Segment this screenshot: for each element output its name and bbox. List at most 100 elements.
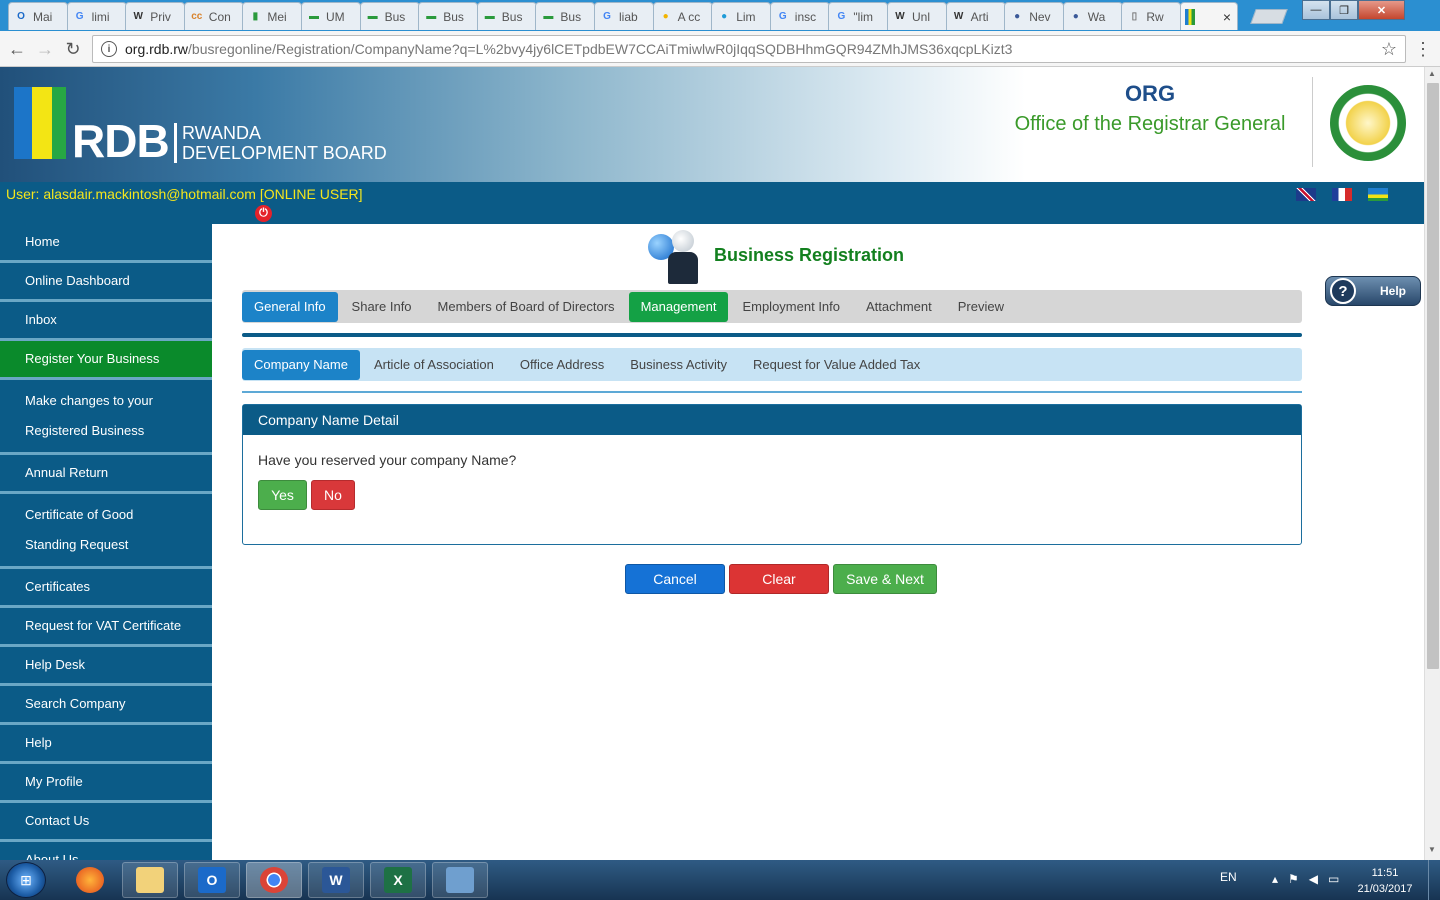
browser-tab[interactable]: ● A cc	[652, 2, 713, 30]
sidebar-item-help[interactable]: Help	[0, 725, 212, 764]
browser-tab[interactable]: ▮ Mei	[242, 2, 303, 30]
firefox-taskbar-icon[interactable]	[62, 862, 118, 898]
save-next-button[interactable]: Save & Next	[833, 564, 937, 594]
language-indicator[interactable]: EN	[1220, 870, 1237, 884]
tab-management[interactable]: Management	[628, 291, 729, 322]
sidebar-item-certificate-of-good-standing-request[interactable]: Certificate of Good Standing Request	[0, 494, 212, 569]
sidebar-item-certificates[interactable]: Certificates	[0, 569, 212, 608]
tab-share-info[interactable]: Share Info	[340, 292, 424, 322]
scroll-up-icon[interactable]: ▲	[1428, 69, 1436, 78]
subtab-business-activity[interactable]: Business Activity	[618, 350, 739, 380]
subtab-request-for-value-added-tax[interactable]: Request for Value Added Tax	[741, 350, 932, 380]
sidebar-item-about-us[interactable]: About Us	[0, 842, 212, 860]
browser-tab[interactable]: W Priv	[125, 2, 186, 30]
browser-tab[interactable]: ● Wa	[1062, 2, 1123, 30]
explorer-taskbar-icon[interactable]	[122, 862, 178, 898]
maximize-icon[interactable]: ❐	[1330, 0, 1358, 20]
sidebar-item-my-profile[interactable]: My Profile	[0, 764, 212, 803]
subtab-company-name[interactable]: Company Name	[242, 349, 360, 380]
sidebar-item-help-desk[interactable]: Help Desk	[0, 647, 212, 686]
main-content: Business Registration ? Help General Inf…	[212, 224, 1424, 860]
tab-favicon-icon: cc	[191, 11, 203, 22]
cancel-button[interactable]: Cancel	[625, 564, 725, 594]
tab-general-info[interactable]: General Info	[242, 291, 338, 322]
minimize-icon[interactable]: —	[1302, 0, 1330, 20]
tab-favicon-icon: ▬	[309, 11, 319, 22]
browser-tab[interactable]: ▬ Bus	[418, 2, 479, 30]
browser-menu-icon[interactable]: ⋮	[1414, 39, 1432, 60]
close-tab-icon[interactable]: ×	[1223, 9, 1231, 25]
tab-favicon-icon: ▬	[543, 11, 554, 22]
help-button[interactable]: ? Help	[1325, 276, 1421, 306]
kinyarwanda-flag-icon[interactable]	[1368, 188, 1388, 201]
network-icon[interactable]: ▭	[1328, 872, 1339, 886]
reload-icon[interactable]: ↻	[62, 38, 84, 60]
sidebar-item-annual-return[interactable]: Annual Return	[0, 455, 212, 494]
logout-power-icon[interactable]: ⏻	[255, 205, 272, 222]
page-title: Business Registration	[714, 245, 905, 265]
new-tab-button[interactable]	[1250, 9, 1288, 24]
browser-tab[interactable]: Glimi	[66, 2, 127, 30]
tab-attachment[interactable]: Attachment	[854, 292, 944, 322]
scroll-down-icon[interactable]: ▼	[1428, 845, 1436, 854]
browser-tab[interactable]: O Mai	[8, 2, 68, 30]
scroll-thumb[interactable]	[1427, 83, 1439, 669]
browser-tab[interactable]: W Arti	[945, 2, 1006, 30]
sidebar-item-contact-us[interactable]: Contact Us	[0, 803, 212, 842]
browser-tab[interactable]: G "lim	[828, 2, 889, 30]
tab-favicon-icon: W	[895, 11, 905, 22]
system-clock[interactable]: 11:51 21/03/2017	[1352, 865, 1418, 897]
browser-tab[interactable]: cc Con	[183, 2, 244, 30]
browser-tab[interactable]: ● Nev	[1004, 2, 1065, 30]
network-app-taskbar-icon[interactable]	[432, 862, 488, 898]
browser-tab[interactable]: ▬ UM	[301, 2, 361, 30]
tab-members-of-board-of-directors[interactable]: Members of Board of Directors	[426, 292, 627, 322]
browser-tab[interactable]: ▯ Rw	[1121, 2, 1182, 30]
browser-tab[interactable]: ▬ Bus	[535, 2, 596, 30]
no-button[interactable]: No	[311, 480, 355, 510]
sidebar-item-register-your-business[interactable]: Register Your Business	[0, 341, 212, 380]
tab-favicon-icon: O	[17, 11, 25, 22]
sidebar-item-online-dashboard[interactable]: Online Dashboard	[0, 263, 212, 302]
sidebar-item-home[interactable]: Home	[0, 224, 212, 263]
subtab-article-of-association[interactable]: Article of Association	[362, 350, 506, 380]
browser-tab-active[interactable]: ×	[1180, 2, 1238, 30]
forward-icon[interactable]: →	[34, 38, 56, 60]
yes-button[interactable]: Yes	[258, 480, 307, 510]
tab-employment-info[interactable]: Employment Info	[730, 292, 852, 322]
start-button-icon[interactable]: ⊞	[6, 862, 46, 898]
sidebar-item-request-for-vat-certificate[interactable]: Request for VAT Certificate	[0, 608, 212, 647]
browser-tab[interactable]: Ginsc	[769, 2, 830, 30]
english-flag-icon[interactable]	[1296, 188, 1316, 201]
info-icon[interactable]: i	[101, 41, 117, 57]
back-icon[interactable]: ←	[6, 38, 28, 60]
bookmark-star-icon[interactable]: ☆	[1381, 39, 1397, 60]
sidebar-item-inbox[interactable]: Inbox	[0, 302, 212, 341]
browser-tab[interactable]: ▬ Bus	[476, 2, 537, 30]
close-window-icon[interactable]: ✕	[1358, 0, 1405, 20]
clear-button[interactable]: Clear	[729, 564, 829, 594]
flag-alert-icon[interactable]: ⚑	[1288, 872, 1299, 886]
browser-tab[interactable]: ▬ Bus	[359, 2, 420, 30]
address-bar[interactable]: i org.rdb.rw /busregonline/Registration/…	[92, 35, 1406, 63]
action-center-icon[interactable]: ▴	[1272, 872, 1278, 886]
page-scrollbar[interactable]: ▲ ▼	[1424, 67, 1440, 860]
word-taskbar-icon[interactable]: W	[308, 862, 364, 898]
outlook-taskbar-icon[interactable]: O	[184, 862, 240, 898]
tab-preview[interactable]: Preview	[946, 292, 1016, 322]
sidebar-item-search-company[interactable]: Search Company	[0, 686, 212, 725]
show-desktop-button[interactable]	[1428, 860, 1440, 900]
volume-icon[interactable]: ◀	[1309, 872, 1318, 886]
excel-taskbar-icon[interactable]: X	[370, 862, 426, 898]
browser-tab[interactable]: W Unl	[887, 2, 947, 30]
chrome-taskbar-icon[interactable]	[246, 862, 302, 898]
french-flag-icon[interactable]	[1332, 188, 1352, 201]
registration-tabs: General Info Share Info Members of Board o…	[242, 290, 1302, 323]
sidebar-item-label: My Profile	[25, 774, 83, 789]
browser-tab[interactable]: Gliab	[594, 2, 654, 30]
browser-tab[interactable]: ● Lim	[711, 2, 772, 30]
sidebar-item-make-changes-to-your-registered-business[interactable]: Make changes to your Registered Business	[0, 380, 212, 455]
url-path: /busregonline/Registration/CompanyName?q…	[188, 41, 1013, 57]
subtab-office-address[interactable]: Office Address	[508, 350, 616, 380]
rwanda-seal-icon	[1330, 85, 1406, 161]
